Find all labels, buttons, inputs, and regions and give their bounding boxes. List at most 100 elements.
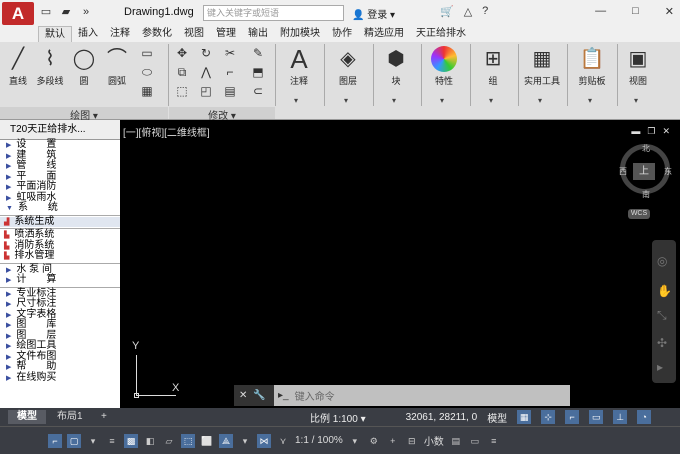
viewcube-top-face[interactable]: 上 (633, 163, 655, 180)
object-snap-track-icon[interactable]: ▢ (67, 433, 81, 448)
lineweight-icon[interactable]: ≡ (105, 434, 119, 448)
new-file-icon[interactable]: ▭ (38, 5, 54, 20)
open-folder-icon[interactable]: ▰ (58, 5, 74, 20)
help-icon[interactable]: ? (482, 5, 488, 18)
polyline-button[interactable]: ⌇ 多段线 (32, 46, 68, 87)
pan-icon[interactable]: ✋ (657, 284, 672, 298)
add-icon[interactable]: + (386, 434, 400, 448)
close-button[interactable]: ✕ (665, 5, 674, 18)
cart-icon[interactable]: 🛒 (440, 5, 454, 18)
clipboard-button[interactable]: 📋 剪贴板 (572, 46, 612, 87)
clipboard-dropdown[interactable]: ▾ (588, 96, 592, 105)
rotate-icon[interactable]: ↻ (197, 45, 215, 61)
polar-icon[interactable]: ◔ (637, 410, 652, 424)
transparency-icon[interactable]: ▩ (124, 433, 138, 448)
ellipse-icon[interactable]: ⬭ (138, 64, 156, 80)
properties-dropdown[interactable]: ▾ (440, 96, 444, 105)
panel-header[interactable]: T20天正给排水... (0, 120, 120, 140)
submenu-item[interactable]: ▙ 排水管理 (0, 250, 120, 262)
submenu-item[interactable]: ▟ 系统生成 (0, 216, 120, 227)
ortho-icon[interactable]: ⊥ (613, 410, 628, 424)
dropdown-icon[interactable]: ▾ (348, 434, 362, 448)
search-input[interactable]: 键入关键字或短语 (203, 5, 344, 21)
array-icon[interactable]: ▤ (221, 83, 239, 99)
line-button[interactable]: ╱ 直线 (0, 46, 36, 87)
mirror-icon[interactable]: ⋀ (197, 64, 215, 80)
minimize-button[interactable]: — (595, 5, 606, 18)
gizmo-icon[interactable]: ⟁ (219, 433, 233, 448)
tab-layout1[interactable]: 布局1 (48, 410, 92, 424)
circle-button[interactable]: ◯ 圆 (66, 46, 102, 87)
annotation-scale-selector[interactable]: 1:1 / 100% (295, 435, 343, 446)
quick-properties-icon[interactable]: ▤ (449, 434, 463, 448)
osnap-icon[interactable]: ⌐ (48, 433, 62, 448)
erase-icon[interactable]: ✎ (249, 45, 267, 61)
showmotion-icon[interactable]: ▸ (657, 360, 663, 374)
tab-parametric[interactable]: 参数化 (136, 26, 178, 42)
maximize-button[interactable]: □ (632, 5, 639, 18)
utilities-dropdown[interactable]: ▾ (538, 96, 542, 105)
tab-manage[interactable]: 管理 (210, 26, 242, 42)
utilities-button[interactable]: ▦ 实用工具 (521, 46, 563, 87)
annotate-dropdown[interactable]: ▾ (294, 96, 298, 105)
zoom-extents-icon[interactable]: ⤡ (657, 308, 667, 323)
block-dropdown[interactable]: ▾ (392, 96, 396, 105)
scale-selector[interactable]: 比例 1:100 ▾ (310, 410, 366, 425)
group-dropdown[interactable]: ▾ (489, 96, 493, 105)
tab-addins[interactable]: 附加模块 (274, 26, 326, 42)
tab-insert[interactable]: 插入 (72, 26, 104, 42)
menu-item[interactable]: ▼ 系 统 (0, 202, 120, 214)
customize-menu-icon[interactable]: ≡ (487, 434, 501, 448)
viewport-label[interactable]: [一][俯视][二维线框] (123, 124, 210, 139)
view-dropdown[interactable]: ▾ (634, 96, 638, 105)
scale-icon[interactable]: ◰ (197, 83, 215, 99)
move-icon[interactable]: ✥ (173, 45, 191, 61)
menu-item[interactable]: ▶ 计 算 (0, 274, 120, 286)
explode-icon[interactable]: ⬒ (249, 64, 267, 80)
autodesk-icon[interactable]: △ (464, 5, 472, 18)
tab-model[interactable]: 模型 (8, 410, 46, 424)
orbit-icon[interactable]: ✣ (657, 336, 667, 350)
units-selector[interactable]: 小数 (424, 433, 444, 448)
properties-button[interactable]: 特性 (426, 46, 462, 87)
draw-panel-label[interactable]: 绘图 ▾ (0, 107, 168, 122)
isolate-icon[interactable]: ⊟ (405, 434, 419, 448)
annotation-visibility-icon[interactable]: ▾ (238, 434, 252, 448)
grid-icon[interactable]: ▦ (517, 410, 532, 424)
command-history-icon[interactable]: ▸_ (278, 390, 289, 401)
infer-icon[interactable]: ⌐ (565, 410, 580, 424)
workspace-gear-icon[interactable]: ⚙ (367, 434, 381, 448)
selection-filter-icon[interactable]: ⬜ (200, 434, 214, 448)
fillet-icon[interactable]: ⌐ (221, 64, 239, 80)
snap-icon[interactable]: ⊹ (541, 410, 556, 424)
close-icon[interactable]: ✕ (239, 390, 247, 401)
steering-wheel-icon[interactable]: ◎ (657, 254, 667, 268)
3d-osnap-icon[interactable]: ▱ (162, 434, 176, 448)
copy-icon[interactable]: ⧉ (173, 64, 191, 80)
command-input[interactable]: 键入命令 (295, 388, 335, 403)
trim-icon[interactable]: ✂ (221, 45, 239, 61)
layers-button[interactable]: ◈ 图层 (330, 46, 366, 87)
arc-button[interactable]: ⌒ 圆弧 (99, 46, 135, 87)
tab-collaborate[interactable]: 协作 (326, 26, 358, 42)
add-layout-button[interactable]: + (92, 410, 116, 424)
dropdown-icon[interactable]: ▾ (86, 434, 100, 448)
tab-default[interactable]: 默认 (38, 26, 72, 42)
stretch-icon[interactable]: ⬚ (173, 83, 191, 99)
offset-icon[interactable]: ⊂ (249, 83, 267, 99)
application-menu-button[interactable]: A (2, 2, 34, 25)
modify-panel-label[interactable]: 修改 ▾ (169, 107, 275, 122)
qat-more-icon[interactable]: » (78, 5, 94, 20)
selection-cycling-icon[interactable]: ◧ (143, 434, 157, 448)
tab-tangent-drainage[interactable]: 天正给排水 (410, 26, 472, 42)
layers-dropdown[interactable]: ▾ (344, 96, 348, 105)
hatch-icon[interactable]: ▦ (138, 83, 156, 99)
viewport-restore-icon[interactable]: ❐ (647, 126, 655, 137)
annotation-scale-icon[interactable]: ⋈ (257, 433, 271, 448)
login-button[interactable]: 👤 登录 ▾ (352, 6, 395, 21)
menu-item[interactable]: ▶ 在线购买 (0, 372, 120, 384)
drawing-canvas[interactable]: [一][俯视][二维线框] ▬ ❐ ✕ 北 南 东 西 上 WCS ◎ ✋ ⤡ … (120, 120, 680, 408)
view-button[interactable]: ▣ 视图 (620, 46, 656, 87)
tab-view[interactable]: 视图 (178, 26, 210, 42)
tab-featured-apps[interactable]: 精选应用 (358, 26, 410, 42)
